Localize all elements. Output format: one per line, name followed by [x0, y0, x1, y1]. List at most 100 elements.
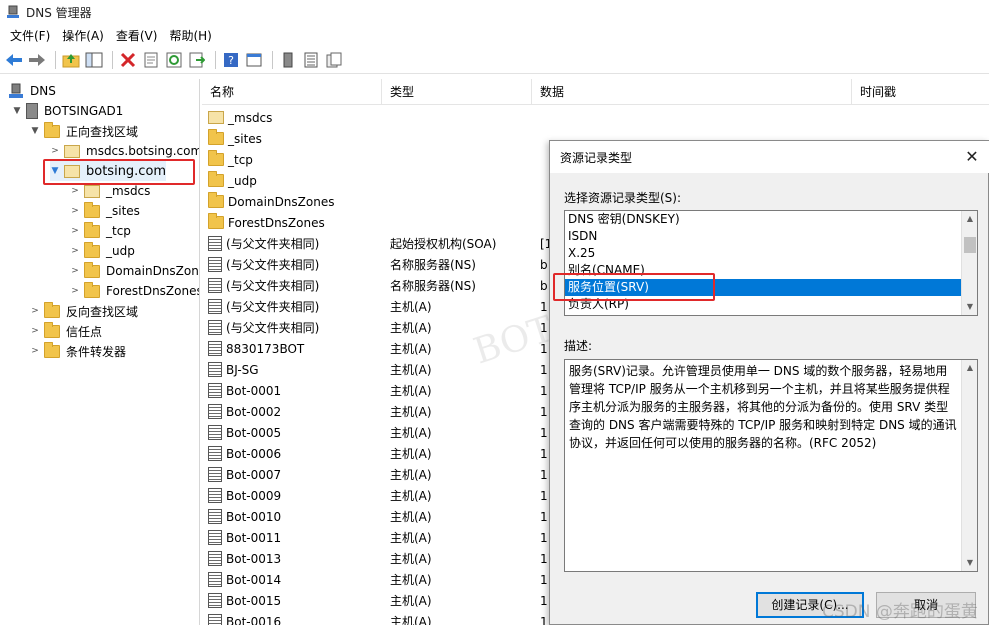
help-icon[interactable]: ?: [221, 50, 241, 70]
record-name: Bot-0002: [226, 404, 282, 419]
record-type-option[interactable]: X.25: [565, 245, 963, 262]
folder-icon: [84, 221, 100, 238]
column-header-timestamp[interactable]: 时间戳: [852, 79, 989, 105]
collapsed-chevron-icon[interactable]: >: [30, 346, 40, 356]
server-icon[interactable]: [278, 50, 298, 70]
record-list-icon[interactable]: [301, 50, 321, 70]
collapsed-chevron-icon[interactable]: >: [70, 286, 80, 296]
record-name: ForestDnsZones: [228, 215, 325, 230]
tree-item-forward-zones[interactable]: ▼ 正向查找区域: [30, 121, 138, 141]
tree-item-subfolder[interactable]: > _udp: [70, 241, 135, 261]
cell-name: BJ-SG: [202, 362, 380, 377]
cell-type: 名称服务器(NS): [390, 258, 476, 272]
column-header-type[interactable]: 类型: [382, 79, 532, 105]
record-name: _msdcs: [228, 110, 273, 125]
menu-help[interactable]: 帮助(H): [163, 25, 217, 46]
collapsed-chevron-icon[interactable]: >: [50, 146, 60, 156]
tree-item-subfolder[interactable]: > DomainDnsZones: [70, 261, 199, 281]
record-name: Bot-0016: [226, 614, 282, 625]
dns-record-icon: [208, 551, 222, 566]
column-header-data[interactable]: 数据: [532, 79, 852, 105]
listbox-scrollbar[interactable]: ▲ ▼: [961, 211, 977, 315]
column-header-name[interactable]: 名称: [202, 79, 382, 105]
cell-name: Bot-0015: [202, 593, 380, 608]
scroll-up-icon[interactable]: ▲: [962, 360, 977, 376]
collapsed-chevron-icon[interactable]: >: [70, 226, 80, 236]
toolbar-separator: [272, 50, 273, 69]
scroll-up-icon[interactable]: ▲: [962, 211, 977, 227]
delete-icon[interactable]: [118, 50, 138, 70]
cell-type: 主机(A): [390, 615, 432, 625]
scroll-down-icon[interactable]: ▼: [962, 299, 977, 315]
folder-icon: [84, 261, 100, 278]
zone-file-icon: [208, 111, 224, 124]
collapsed-chevron-icon[interactable]: >: [70, 206, 80, 216]
description-scrollbar[interactable]: ▲ ▼: [961, 360, 977, 571]
record-name: Bot-0005: [226, 425, 282, 440]
title-bar: DNS 管理器: [0, 0, 989, 24]
highlight-box-zone: [43, 159, 195, 185]
collapsed-chevron-icon[interactable]: >: [70, 186, 80, 196]
tree-label: 信任点: [66, 324, 103, 339]
toolbar: ?: [0, 46, 989, 74]
expanded-chevron-icon[interactable]: ▼: [30, 126, 40, 136]
folder-icon: [44, 121, 60, 138]
tree-item-zone-msdcs[interactable]: > msdcs.botsing.com: [50, 141, 199, 161]
record-name: Bot-0015: [226, 593, 282, 608]
record-name: Bot-0009: [226, 488, 282, 503]
dns-record-icon: [208, 467, 222, 482]
record-name: 8830173BOT: [226, 341, 305, 356]
cancel-button[interactable]: 取消: [876, 592, 976, 618]
properties-icon[interactable]: [141, 50, 161, 70]
dns-record-icon: [208, 509, 222, 524]
show-tree-icon[interactable]: [84, 50, 104, 70]
expanded-chevron-icon[interactable]: ▼: [12, 106, 22, 116]
collapsed-chevron-icon[interactable]: >: [30, 326, 40, 336]
tree-item-server[interactable]: ▼ BOTSINGAD1: [12, 101, 123, 121]
create-record-button[interactable]: 创建记录(C)...: [756, 592, 864, 618]
tree-label: BOTSINGAD1: [44, 104, 124, 118]
scroll-thumb[interactable]: [964, 237, 976, 253]
table-row[interactable]: _msdcs: [202, 107, 989, 128]
export-icon[interactable]: [187, 50, 207, 70]
back-icon[interactable]: [4, 50, 24, 70]
record-name: (与父文件夹相同): [226, 300, 320, 314]
scroll-down-icon[interactable]: ▼: [962, 555, 977, 571]
cell-name: DomainDnsZones: [202, 192, 380, 209]
description-text: 服务(SRV)记录。允许管理员使用单一 DNS 域的数个服务器，轻易地用管理将 …: [569, 364, 957, 450]
forward-icon[interactable]: [27, 50, 47, 70]
close-icon[interactable]: ✕: [962, 147, 982, 167]
dns-record-icon: [208, 236, 222, 251]
tree-item-subfolder[interactable]: > _tcp: [70, 221, 131, 241]
cell-type: 主机(A): [390, 552, 432, 566]
cell-name: Bot-0007: [202, 467, 380, 482]
collapsed-chevron-icon[interactable]: >: [70, 266, 80, 276]
tree-item-reverse-zones[interactable]: > 反向查找区域: [30, 301, 138, 321]
collapsed-chevron-icon[interactable]: >: [30, 306, 40, 316]
menu-action[interactable]: 操作(A): [56, 25, 110, 46]
menu-view[interactable]: 查看(V): [110, 25, 164, 46]
tree-item-conditional-forwarders[interactable]: > 条件转发器: [30, 341, 126, 361]
cell-name: _udp: [202, 171, 380, 188]
cell-type: 主机(A): [390, 573, 432, 587]
tree-item-dns-root[interactable]: DNS: [8, 81, 56, 101]
menu-file[interactable]: 文件(F): [4, 25, 56, 46]
record-type-option[interactable]: ISDN: [565, 228, 963, 245]
toolbar-separator: [55, 50, 56, 69]
copy-icon[interactable]: [324, 50, 344, 70]
tree-item-trust-points[interactable]: > 信任点: [30, 321, 102, 341]
record-name: (与父文件夹相同): [226, 237, 320, 251]
record-type-option[interactable]: DNS 密钥(DNSKEY): [565, 211, 963, 228]
refresh-icon[interactable]: [164, 50, 184, 70]
tree-label: 条件转发器: [66, 344, 127, 359]
cell-name: Bot-0010: [202, 509, 380, 524]
console-icon[interactable]: [244, 50, 264, 70]
tree-item-subfolder[interactable]: > _sites: [70, 201, 140, 221]
cell-name: _tcp: [202, 150, 380, 167]
up-folder-icon[interactable]: [61, 50, 81, 70]
menu-bar: 文件(F) 操作(A) 查看(V) 帮助(H): [0, 24, 989, 46]
cell-name: (与父文件夹相同): [202, 256, 380, 273]
collapsed-chevron-icon[interactable]: >: [70, 246, 80, 256]
zone-file-icon: [64, 144, 80, 158]
tree-item-subfolder[interactable]: > ForestDnsZones: [70, 281, 199, 301]
